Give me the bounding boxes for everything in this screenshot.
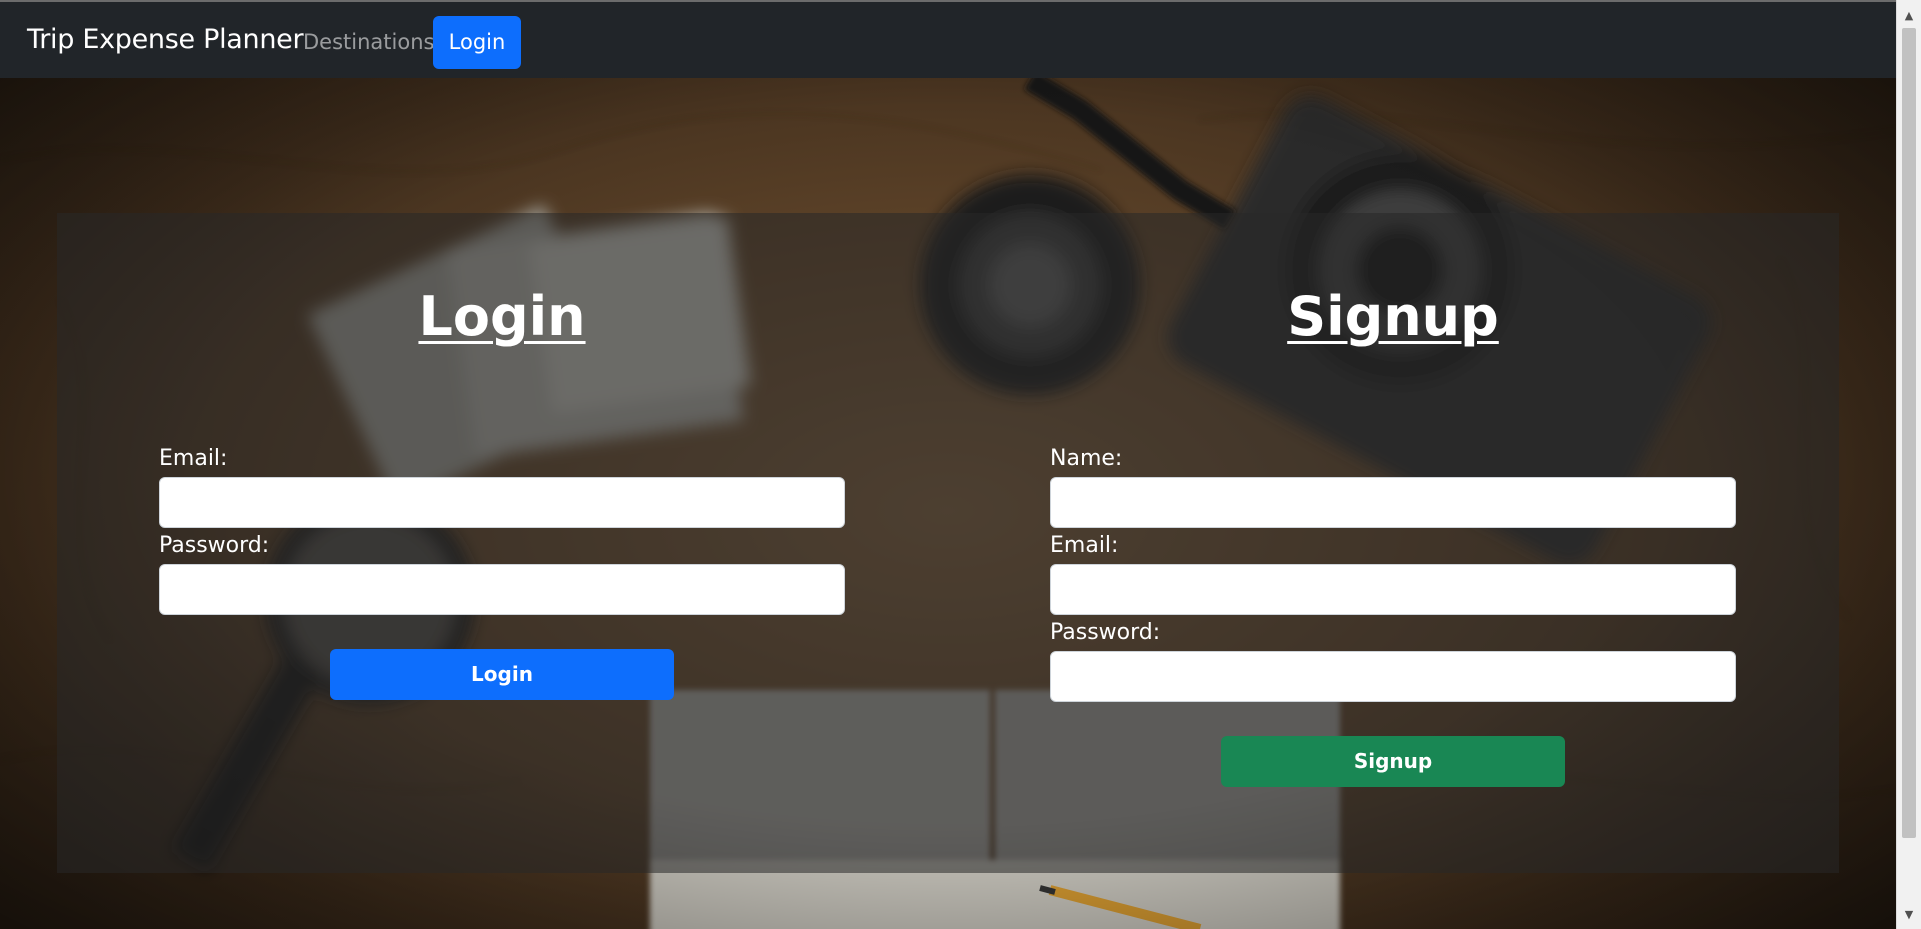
login-password-label: Password: [159, 533, 270, 558]
vertical-scrollbar[interactable]: ▲ ▼ [1896, 0, 1921, 929]
signup-password-label: Password: [1050, 620, 1161, 645]
browser-viewport: Trip Expense Planner Destinations Login … [0, 0, 1921, 929]
signup-name-label: Name: [1050, 446, 1123, 471]
scrollbar-thumb[interactable] [1902, 28, 1916, 838]
login-submit-button[interactable]: Login [330, 649, 674, 700]
signup-email-input[interactable] [1050, 564, 1736, 615]
nav-link-destinations[interactable]: Destinations [303, 30, 434, 54]
login-email-input[interactable] [159, 477, 845, 528]
brand-link[interactable]: Trip Expense Planner [27, 24, 304, 55]
signup-title: Signup [1287, 285, 1499, 348]
nav-link-login[interactable]: Login [433, 16, 521, 69]
signup-name-input[interactable] [1050, 477, 1736, 528]
auth-panel: Login Email: Password: Login Signup Name… [57, 213, 1839, 873]
scroll-down-arrow-icon[interactable]: ▼ [1897, 903, 1921, 927]
login-email-label: Email: [159, 446, 228, 471]
signup-submit-button[interactable]: Signup [1221, 736, 1565, 787]
signup-password-input[interactable] [1050, 651, 1736, 702]
login-title: Login [418, 285, 586, 348]
scroll-up-arrow-icon[interactable]: ▲ [1897, 4, 1921, 28]
login-password-input[interactable] [159, 564, 845, 615]
signup-email-label: Email: [1050, 533, 1119, 558]
top-navbar: Trip Expense Planner Destinations Login [0, 0, 1896, 78]
